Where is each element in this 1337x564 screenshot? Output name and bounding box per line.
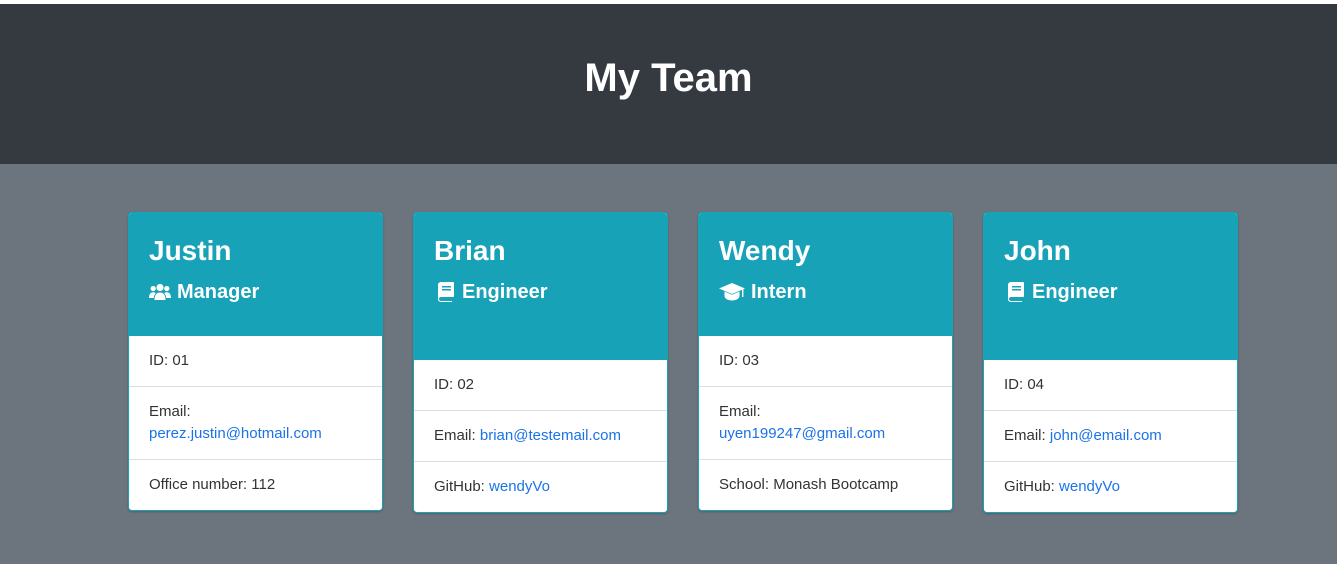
- employee-role: Manager: [149, 279, 362, 305]
- book-icon: [434, 281, 456, 303]
- employee-card-intern: Wendy Intern ID: 03 Email: uyen199247@gm…: [698, 212, 953, 511]
- email-link[interactable]: perez.justin@hotmail.com: [149, 425, 322, 442]
- employee-email-row: Email: brian@testemail.com: [414, 410, 667, 461]
- school-row: School: Monash Bootcamp: [699, 459, 952, 510]
- book-icon: [1004, 281, 1026, 303]
- role-label: Manager: [177, 281, 260, 303]
- email-link[interactable]: john@email.com: [1050, 427, 1162, 444]
- team-container: Justin Manager ID: 01 Email: perez.justi…: [0, 164, 1337, 564]
- employee-card-engineer: Brian Engineer ID: 02 Email: brian@teste…: [413, 212, 668, 513]
- email-label: Email:: [1004, 427, 1046, 444]
- card-header: John Engineer: [984, 213, 1237, 360]
- employee-role: Intern: [719, 279, 932, 305]
- github-link[interactable]: wendyVo: [489, 478, 550, 495]
- employee-id: ID: 04: [1004, 376, 1045, 393]
- github-link[interactable]: wendyVo: [1059, 478, 1120, 495]
- card-header: Justin Manager: [129, 213, 382, 336]
- role-label: Intern: [751, 281, 807, 303]
- employee-email-row: Email: perez.justin@hotmail.com: [129, 386, 382, 459]
- email-link[interactable]: brian@testemail.com: [480, 427, 621, 444]
- email-label: Email:: [434, 427, 476, 444]
- email-link[interactable]: uyen199247@gmail.com: [719, 425, 885, 442]
- card-header: Wendy Intern: [699, 213, 952, 336]
- employee-name: Wendy: [719, 235, 811, 266]
- page-title: My Team: [584, 55, 753, 100]
- github-label: GitHub:: [434, 478, 485, 495]
- employee-details: ID: 01 Email: perez.justin@hotmail.com O…: [129, 336, 382, 510]
- employee-details: ID: 02 Email: brian@testemail.com GitHub…: [414, 360, 667, 512]
- employee-details: ID: 04 Email: john@email.com GitHub: wen…: [984, 360, 1237, 512]
- employee-name: Justin: [149, 235, 232, 266]
- employee-name: Brian: [434, 235, 506, 266]
- github-label: GitHub:: [1004, 478, 1055, 495]
- employee-role: Engineer: [434, 279, 647, 305]
- role-label: Engineer: [462, 281, 548, 303]
- employee-name: John: [1004, 235, 1071, 266]
- role-label: Engineer: [1032, 281, 1118, 303]
- card-header: Brian Engineer: [414, 213, 667, 360]
- employee-email-row: Email: uyen199247@gmail.com: [699, 386, 952, 459]
- graduation-cap-icon: [719, 281, 745, 303]
- employee-details: ID: 03 Email: uyen199247@gmail.com Schoo…: [699, 336, 952, 510]
- email-label: Email:: [149, 403, 191, 420]
- email-label: Email:: [719, 403, 761, 420]
- employee-email-row: Email: john@email.com: [984, 410, 1237, 461]
- employee-id: ID: 02: [434, 376, 475, 393]
- office-number: Office number: 112: [129, 459, 382, 510]
- github-row: GitHub: wendyVo: [984, 461, 1237, 512]
- employee-role: Engineer: [1004, 279, 1217, 305]
- github-row: GitHub: wendyVo: [414, 461, 667, 512]
- page-header: My Team: [0, 4, 1337, 164]
- employee-card-engineer: John Engineer ID: 04 Email: john@email.c…: [983, 212, 1238, 513]
- employee-id: ID: 03: [719, 352, 760, 369]
- employee-card-manager: Justin Manager ID: 01 Email: perez.justi…: [128, 212, 383, 511]
- employee-id: ID: 01: [149, 352, 190, 369]
- users-icon: [149, 281, 171, 303]
